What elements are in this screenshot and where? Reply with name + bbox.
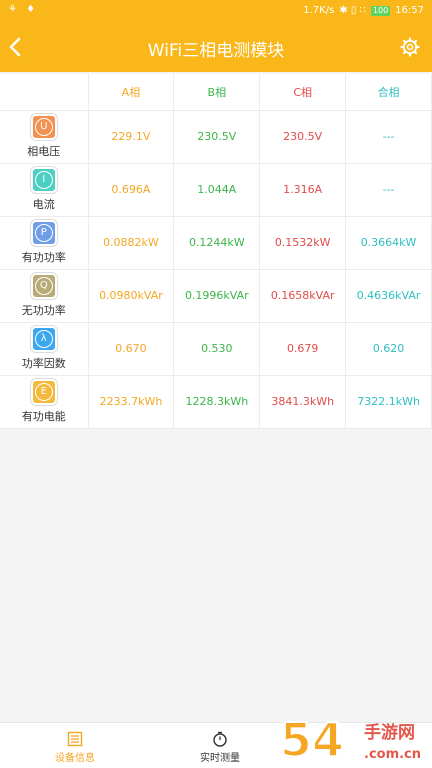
- col-header-b: B相: [173, 74, 261, 111]
- row-label: λ 功率因数: [0, 326, 88, 371]
- measurement-table: A相 B相 C相 合相 U 相电压 229.1V 230.5V 230.5V --- I 电流…: [0, 74, 432, 429]
- table-row: U 相电压 229.1V 230.5V 230.5V ---: [0, 110, 432, 164]
- col-label: A相: [121, 85, 141, 99]
- value-cell: 3841.3kWh: [259, 375, 347, 429]
- value-cell: 0.0980kVAr: [88, 269, 175, 323]
- col-label: C相: [293, 85, 313, 99]
- quantity-name: 相电压: [27, 145, 61, 158]
- network-speed: 1.7K/s: [303, 5, 335, 16]
- value-cell: 0.530: [173, 322, 261, 376]
- quantity-symbol: P: [34, 224, 53, 242]
- row-label-cell: E 有功电能: [0, 375, 89, 429]
- quantity-symbol: I: [34, 171, 53, 189]
- corner-cell: [0, 74, 89, 111]
- timer-icon: [213, 731, 227, 747]
- status-left-icons: ⚘ ♦: [8, 4, 39, 15]
- watermark-domain: .com.cn: [364, 747, 421, 762]
- value-cell: 230.5V: [173, 110, 261, 164]
- watermark-number: 54: [280, 713, 344, 767]
- table-row: P 有功功率 0.0882kW 0.1244kW 0.1532kW 0.3664kW: [0, 216, 432, 270]
- status-bar: ⚘ ♦ 1.7K/s ✱ ▯ ∷ 100 16:57: [0, 0, 432, 22]
- col-header-a: A相: [88, 74, 175, 111]
- quantity-symbol: Q: [34, 277, 53, 295]
- quantity-name: 有功功率: [21, 251, 66, 264]
- quantity-icon: E: [30, 379, 57, 405]
- row-label: I 电流: [0, 167, 88, 212]
- row-label: Q 无功功率: [0, 273, 88, 318]
- value-cell: ---: [345, 110, 432, 164]
- tab-label: 实时测量: [200, 753, 240, 764]
- page-title: WiFi三相电测模块: [147, 41, 285, 61]
- table-row: E 有功电能 2233.7kWh 1228.3kWh 3841.3kWh 7322.1kW…: [0, 375, 432, 429]
- app-header: ⚘ ♦ 1.7K/s ✱ ▯ ∷ 100 16:57 WiFi三相电测模块: [0, 0, 432, 72]
- value-cell: 1228.3kWh: [173, 375, 261, 429]
- row-label-cell: λ 功率因数: [0, 322, 89, 376]
- row-label: U 相电压: [0, 114, 88, 159]
- value-cell: 0.1244kW: [173, 216, 261, 270]
- col-label: 合相: [377, 85, 400, 99]
- table-row: λ 功率因数 0.670 0.530 0.679 0.620: [0, 322, 432, 376]
- value-cell: 230.5V: [259, 110, 347, 164]
- value-cell: 0.4636kVAr: [345, 269, 432, 323]
- value-cell: 0.670: [88, 322, 175, 376]
- value-cell: 0.696A: [88, 163, 175, 217]
- quantity-name: 电流: [32, 198, 55, 211]
- battery-icon: 100: [370, 5, 391, 16]
- clock: 16:57: [395, 5, 424, 16]
- table-row: Q 无功功率 0.0980kVAr 0.1996kVAr 0.1658kVAr 0.463…: [0, 269, 432, 323]
- table-header-row: A相 B相 C相 合相: [0, 74, 432, 111]
- quantity-symbol: λ: [34, 330, 53, 348]
- row-label: E 有功电能: [0, 379, 88, 424]
- quantity-name: 有功电能: [21, 410, 66, 423]
- site-watermark: 54 手游网 .com.cn: [279, 712, 421, 768]
- quantity-icon: I: [30, 167, 57, 193]
- value-cell: 7322.1kWh: [345, 375, 432, 429]
- value-cell: 0.1532kW: [259, 216, 347, 270]
- quantity-name: 功率因数: [21, 357, 66, 370]
- row-label-cell: U 相电压: [0, 110, 89, 164]
- value-cell: 0.1658kVAr: [259, 269, 347, 323]
- value-cell: 1.316A: [259, 163, 347, 217]
- quantity-symbol: E: [34, 383, 53, 401]
- table-row: I 电流 0.696A 1.044A 1.316A ---: [0, 163, 432, 217]
- value-cell: ---: [345, 163, 432, 217]
- quantity-icon: λ: [30, 326, 57, 352]
- col-label: B相: [207, 85, 227, 99]
- quantity-name: 无功功率: [21, 304, 66, 317]
- row-label: P 有功功率: [0, 220, 88, 265]
- quantity-icon: U: [30, 114, 57, 140]
- quantity-symbol: U: [34, 118, 53, 136]
- tab-device-info[interactable]: 设备信息: [35, 731, 115, 764]
- row-label-cell: I 电流: [0, 163, 89, 217]
- status-right: 1.7K/s ✱ ▯ ∷ 100 16:57: [303, 5, 424, 16]
- value-cell: 0.3664kW: [345, 216, 432, 270]
- col-header-total: 合相: [345, 74, 432, 111]
- watermark-name: 手游网: [364, 722, 415, 743]
- row-label-cell: Q 无功功率: [0, 269, 89, 323]
- col-header-c: C相: [259, 74, 347, 111]
- signal-icons: ✱ ▯ ∷: [339, 5, 366, 16]
- quantity-icon: Q: [30, 273, 57, 299]
- gear-icon[interactable]: [400, 37, 420, 57]
- tab-realtime[interactable]: 实时测量: [180, 731, 260, 764]
- value-cell: 0.0882kW: [88, 216, 175, 270]
- value-cell: 229.1V: [88, 110, 175, 164]
- value-cell: 0.679: [259, 322, 347, 376]
- value-cell: 0.620: [345, 322, 432, 376]
- value-cell: 2233.7kWh: [88, 375, 175, 429]
- list-icon: [67, 731, 83, 747]
- tab-label: 设备信息: [55, 753, 95, 764]
- row-label-cell: P 有功功率: [0, 216, 89, 270]
- quantity-icon: P: [30, 220, 57, 246]
- value-cell: 0.1996kVAr: [173, 269, 261, 323]
- value-cell: 1.044A: [173, 163, 261, 217]
